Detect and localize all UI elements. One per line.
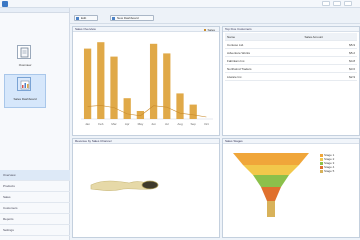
x-tick-label: Jul xyxy=(165,122,169,126)
panel-title: Top Five Customers xyxy=(223,27,359,32)
panel-title: Sales Stages xyxy=(223,139,359,144)
column-header[interactable]: Sales Amount xyxy=(304,33,323,41)
sidebar-item[interactable]: Sales xyxy=(0,192,70,203)
cell-value: $4.8 xyxy=(349,59,355,63)
table-row[interactable]: Fabrikam Inc. $4.8 xyxy=(225,57,357,65)
x-tick-label: Jun xyxy=(151,122,156,126)
cell-name: Contoso Ltd. xyxy=(227,43,245,47)
funnel-legend: Stage 1 Stage 2 Stage 3 Stage 4 Stage 5 xyxy=(320,153,334,173)
x-tick-label: Sep xyxy=(191,122,197,126)
cell-name: Northwind Traders xyxy=(227,67,252,71)
cell-name: Litware Inc. xyxy=(227,75,243,79)
bar-jan[interactable] xyxy=(83,48,92,119)
sidebar-item[interactable]: Reports xyxy=(0,214,70,225)
legend-label: Sales xyxy=(207,28,215,32)
map-graphic xyxy=(73,145,219,237)
bar-mar[interactable] xyxy=(110,56,118,119)
x-tick-label: Mar xyxy=(111,122,116,126)
sidebar-item[interactable]: Products xyxy=(0,181,70,192)
top-customers-panel: Top Five Customers Name Sales Amount Con… xyxy=(222,26,360,136)
sidebar-tile-sales-label: Sales Dashboard xyxy=(13,97,37,101)
cell-value: $5.9 xyxy=(349,43,355,47)
bar-feb[interactable] xyxy=(97,42,105,120)
table-row[interactable]: Litware Inc. $2.9 xyxy=(225,73,357,81)
column-header[interactable]: Name xyxy=(227,33,235,41)
table-header-row: Name Sales Amount xyxy=(225,33,357,41)
sidebar-tile-overview-label: Overview xyxy=(18,63,32,67)
bar-may[interactable] xyxy=(136,111,145,119)
minimize-icon[interactable] xyxy=(322,1,330,6)
new-dashboard-label: New Dashboard xyxy=(117,16,139,20)
add-icon xyxy=(112,17,115,20)
close-icon[interactable] xyxy=(344,1,352,6)
region-shape[interactable] xyxy=(90,180,150,191)
x-tick-label: Apr xyxy=(125,122,130,126)
chart-icon[interactable] xyxy=(17,77,31,91)
panel-title: Sales Overview xyxy=(73,27,219,32)
funnel-stage-2[interactable] xyxy=(243,165,299,175)
maximize-icon[interactable] xyxy=(333,1,341,6)
app-icon xyxy=(2,1,8,7)
cell-value: $5.2 xyxy=(349,51,355,55)
window-title-bar xyxy=(0,0,360,8)
x-tick-label: Oct xyxy=(204,122,209,126)
x-tick-label: Feb xyxy=(98,122,104,126)
x-tick-label: May xyxy=(138,122,144,126)
chart-legend: Sales xyxy=(204,28,215,32)
document-icon[interactable] xyxy=(17,45,31,59)
x-tick-label: Aug xyxy=(177,122,183,126)
legend-item: Stage 5 xyxy=(320,169,334,173)
bar-aug[interactable] xyxy=(176,93,184,119)
new-dashboard-button[interactable]: New Dashboard xyxy=(110,15,154,21)
sales-overview-panel: Sales Overview Sales Jan Feb Mar Apr May Jun J… xyxy=(72,26,220,136)
x-tick-label: Jan xyxy=(85,122,90,126)
cell-name: Adventure Works xyxy=(227,51,250,55)
table-row[interactable]: Contoso Ltd. $5.9 xyxy=(225,41,357,49)
legend-swatch xyxy=(320,169,323,173)
sidebar-item[interactable]: Overview xyxy=(0,170,70,181)
cell-name: Fabrikam Inc. xyxy=(227,59,246,63)
sidebar-list: Overview Products Sales Customers Report… xyxy=(0,170,70,236)
funnel-stage-3[interactable] xyxy=(253,175,289,187)
bar-sep[interactable] xyxy=(189,104,197,119)
sales-stages-panel: Sales Stages Stage 1 Stage 2 Stage 3 Sta… xyxy=(222,138,360,238)
bar-chart: Jan Feb Mar Apr May Jun Jul Aug Sep Oct xyxy=(81,42,213,126)
table-row[interactable]: Adventure Works $5.2 xyxy=(225,49,357,57)
bar-apr[interactable] xyxy=(123,98,131,119)
cell-value: $3.6 xyxy=(349,67,355,71)
sidebar-header xyxy=(0,8,69,13)
revenue-map-panel: Revenue by Sales Channel xyxy=(72,138,220,238)
edit-icon xyxy=(76,17,79,20)
cell-value: $2.9 xyxy=(349,75,355,79)
trend-line xyxy=(87,105,207,118)
funnel-stage-4[interactable] xyxy=(261,187,281,201)
edit-button-label: Edit xyxy=(81,16,87,20)
funnel-stage-5[interactable] xyxy=(267,201,275,217)
edit-button[interactable]: Edit xyxy=(74,15,98,21)
toolbar: Edit New Dashboard xyxy=(70,8,360,24)
funnel-stage-1[interactable] xyxy=(233,153,309,165)
highlight-marker[interactable] xyxy=(141,180,159,190)
legend-label: Stage 5 xyxy=(324,169,335,173)
sidebar-item[interactable]: Settings xyxy=(0,225,70,236)
funnel-chart xyxy=(233,153,309,217)
bar-jul[interactable] xyxy=(163,53,171,119)
sidebar: Overview Sales Dashboard Overview Produc… xyxy=(0,8,70,240)
table-row[interactable]: Northwind Traders $3.6 xyxy=(225,65,357,73)
panel-title: Revenue by Sales Channel xyxy=(73,139,219,144)
sidebar-item[interactable]: Customers xyxy=(0,203,70,214)
